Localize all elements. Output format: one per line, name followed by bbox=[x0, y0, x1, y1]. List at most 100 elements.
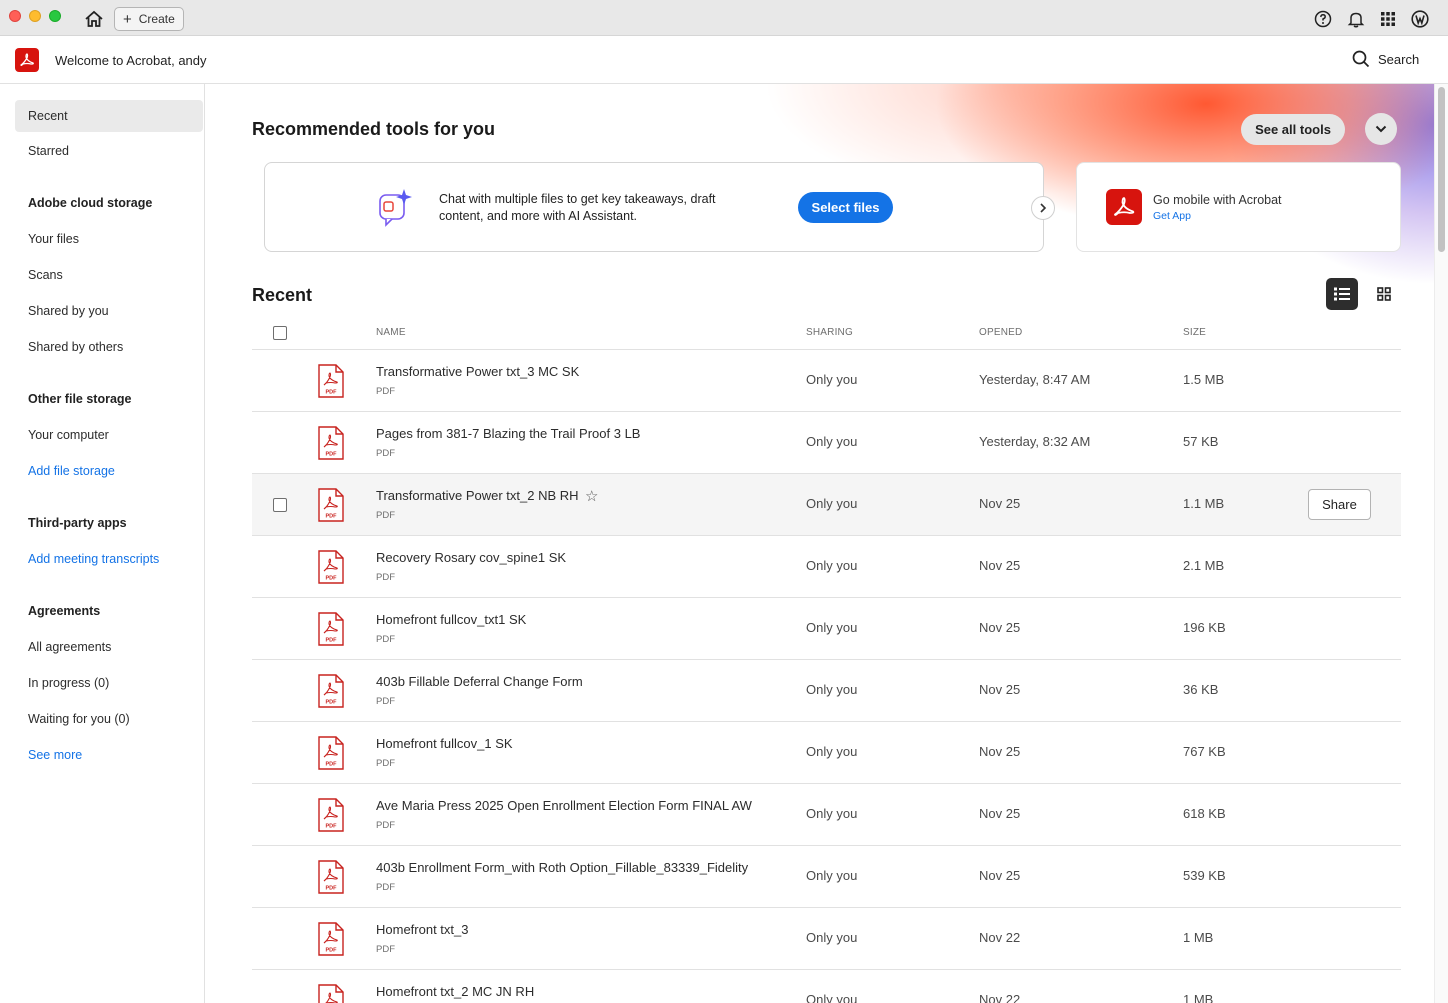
table-row[interactable]: PDF 403b Fillable Deferral Change Form PDF… bbox=[252, 660, 1401, 722]
sidebar-item-shared-by-others[interactable]: Shared by others bbox=[15, 331, 203, 363]
file-opened: Nov 25 bbox=[979, 806, 1021, 821]
file-size: 196 KB bbox=[1183, 620, 1226, 635]
apps-grid-icon[interactable] bbox=[1379, 10, 1397, 28]
close-window-button[interactable] bbox=[9, 10, 21, 22]
sidebar-item-all-agreements[interactable]: All agreements bbox=[15, 631, 203, 663]
go-mobile-card[interactable]: Go mobile with Acrobat Get App bbox=[1076, 162, 1401, 252]
file-name[interactable]: Homefront txt_3 bbox=[376, 922, 469, 937]
sidebar: Recent Starred Adobe cloud storage Your … bbox=[0, 84, 205, 1003]
svg-text:PDF: PDF bbox=[326, 452, 338, 458]
ai-card-line: content, and more with AI Assistant. bbox=[439, 209, 638, 223]
zoom-window-button[interactable] bbox=[49, 10, 61, 22]
select-files-button[interactable]: Select files bbox=[798, 192, 893, 223]
svg-text:PDF: PDF bbox=[326, 824, 338, 830]
share-button[interactable]: Share bbox=[1308, 489, 1371, 520]
star-icon[interactable]: ☆ bbox=[585, 487, 598, 505]
file-name[interactable]: 403b Enrollment Form_with Roth Option_Fi… bbox=[376, 860, 748, 875]
account-avatar-icon[interactable] bbox=[1411, 10, 1429, 28]
collapse-tools-button[interactable] bbox=[1365, 113, 1397, 145]
file-sharing: Only you bbox=[806, 744, 858, 759]
row-checkbox[interactable] bbox=[273, 498, 287, 512]
sidebar-link-add-meeting-transcripts[interactable]: Add meeting transcripts bbox=[15, 543, 203, 575]
pdf-file-icon: PDF bbox=[318, 364, 344, 398]
minimize-window-button[interactable] bbox=[29, 10, 41, 22]
file-size: 36 KB bbox=[1183, 682, 1219, 697]
column-header-opened[interactable]: OPENED bbox=[979, 327, 1022, 338]
sidebar-item-label: Recent bbox=[28, 109, 68, 123]
pdf-file-icon: PDF bbox=[318, 426, 344, 460]
svg-text:PDF: PDF bbox=[326, 390, 338, 396]
file-sharing: Only you bbox=[806, 868, 858, 883]
table-row[interactable]: PDF Ave Maria Press 2025 Open Enrollment … bbox=[252, 784, 1401, 846]
file-name[interactable]: Transformative Power txt_2 NB RH bbox=[376, 488, 579, 503]
see-all-tools-button[interactable]: See all tools bbox=[1241, 114, 1345, 145]
file-type: PDF bbox=[376, 386, 395, 397]
welcome-text: Welcome to Acrobat, andy bbox=[55, 53, 207, 68]
file-name[interactable]: Transformative Power txt_3 MC SK bbox=[376, 364, 579, 379]
scrollbar-thumb[interactable] bbox=[1438, 87, 1445, 252]
column-header-size[interactable]: SIZE bbox=[1183, 327, 1206, 338]
file-name[interactable]: 403b Fillable Deferral Change Form bbox=[376, 674, 583, 689]
list-view-button[interactable] bbox=[1326, 278, 1358, 310]
next-tool-button[interactable] bbox=[1031, 196, 1055, 220]
acrobat-logo[interactable] bbox=[15, 48, 39, 72]
file-size: 1.5 MB bbox=[1183, 372, 1225, 387]
column-header-name[interactable]: NAME bbox=[376, 327, 406, 338]
search-button[interactable]: Search bbox=[1352, 50, 1419, 68]
recent-files-list: PDF Transformative Power txt_3 MC SK PDF On… bbox=[252, 350, 1401, 1003]
file-opened: Yesterday, 8:47 AM bbox=[979, 372, 1091, 387]
sidebar-item-label: All agreements bbox=[28, 640, 112, 654]
sidebar-item-label: See more bbox=[28, 748, 83, 762]
home-button[interactable] bbox=[80, 6, 108, 32]
file-opened: Nov 25 bbox=[979, 868, 1021, 883]
sidebar-item-scans[interactable]: Scans bbox=[15, 259, 203, 291]
table-row[interactable]: PDF Homefront fullcov_txt1 SK PDF Only you N… bbox=[252, 598, 1401, 660]
svg-text:PDF: PDF bbox=[326, 514, 338, 520]
file-name[interactable]: Pages from 381-7 Blazing the Trail Proof… bbox=[376, 426, 640, 441]
table-row[interactable]: PDF 403b Enrollment Form_with Roth Option… bbox=[252, 846, 1401, 908]
bell-icon[interactable] bbox=[1347, 10, 1365, 28]
svg-text:PDF: PDF bbox=[326, 948, 338, 954]
table-row[interactable]: PDF Homefront txt_3 PDF Only you Nov 22 1 MB bbox=[252, 908, 1401, 970]
file-name[interactable]: Homefront fullcov_1 SK bbox=[376, 736, 513, 751]
sidebar-item-label: Your files bbox=[28, 232, 79, 246]
sidebar-item-waiting-for-you[interactable]: Waiting for you (0) bbox=[15, 703, 203, 735]
sidebar-link-add-file-storage[interactable]: Add file storage bbox=[15, 455, 203, 487]
sidebar-item-your-computer[interactable]: Your computer bbox=[15, 419, 203, 451]
file-opened: Yesterday, 8:32 AM bbox=[979, 434, 1091, 449]
table-row[interactable]: PDF Transformative Power txt_2 NB RH PDF On… bbox=[252, 474, 1401, 536]
main-scrollbar[interactable] bbox=[1434, 84, 1448, 1003]
file-name[interactable]: Ave Maria Press 2025 Open Enrollment Ele… bbox=[376, 798, 752, 813]
table-row[interactable]: PDF Recovery Rosary cov_spine1 SK PDF Only … bbox=[252, 536, 1401, 598]
search-label: Search bbox=[1378, 51, 1420, 67]
plus-icon: + bbox=[123, 10, 132, 28]
sidebar-item-recent[interactable]: Recent bbox=[15, 100, 203, 132]
sidebar-item-shared-by-you[interactable]: Shared by you bbox=[15, 295, 203, 327]
table-row[interactable]: PDF Homefront fullcov_1 SK PDF Only you Nov … bbox=[252, 722, 1401, 784]
ai-chat-icon bbox=[377, 187, 413, 227]
file-name[interactable]: Homefront fullcov_txt1 SK bbox=[376, 612, 526, 627]
sidebar-item-label: Your computer bbox=[28, 428, 109, 442]
help-icon[interactable] bbox=[1314, 10, 1332, 28]
table-row[interactable]: PDFHomefront txt_2 MC JN RHPDFOnly youNo… bbox=[252, 970, 1401, 1003]
sidebar-link-see-more[interactable]: See more bbox=[15, 739, 203, 771]
get-app-link[interactable]: Get App bbox=[1153, 210, 1191, 222]
svg-text:PDF: PDF bbox=[326, 886, 338, 892]
file-sharing: Only you bbox=[806, 496, 858, 511]
file-name[interactable]: Homefront txt_2 MC JN RH bbox=[376, 984, 534, 999]
file-name[interactable]: Recovery Rosary cov_spine1 SK bbox=[376, 550, 566, 565]
sidebar-item-label: Starred bbox=[28, 144, 69, 158]
column-header-sharing[interactable]: SHARING bbox=[806, 327, 853, 338]
table-row[interactable]: PDF Pages from 381-7 Blazing the Trail Pr… bbox=[252, 412, 1401, 474]
table-row[interactable]: PDF Transformative Power txt_3 MC SK PDF On… bbox=[252, 350, 1401, 412]
sidebar-item-starred[interactable]: Starred bbox=[15, 135, 203, 167]
grid-view-button[interactable] bbox=[1368, 278, 1400, 310]
pdf-file-icon: PDF bbox=[318, 736, 344, 770]
file-size: 1 MB bbox=[1183, 930, 1214, 945]
select-all-checkbox[interactable] bbox=[273, 326, 287, 340]
chevron-right-icon bbox=[1040, 203, 1047, 213]
sidebar-item-your-files[interactable]: Your files bbox=[15, 223, 203, 255]
sidebar-item-in-progress[interactable]: In progress (0) bbox=[15, 667, 203, 699]
create-button[interactable]: + Create bbox=[114, 7, 184, 31]
sidebar-heading-cloud: Adobe cloud storage bbox=[28, 196, 153, 210]
